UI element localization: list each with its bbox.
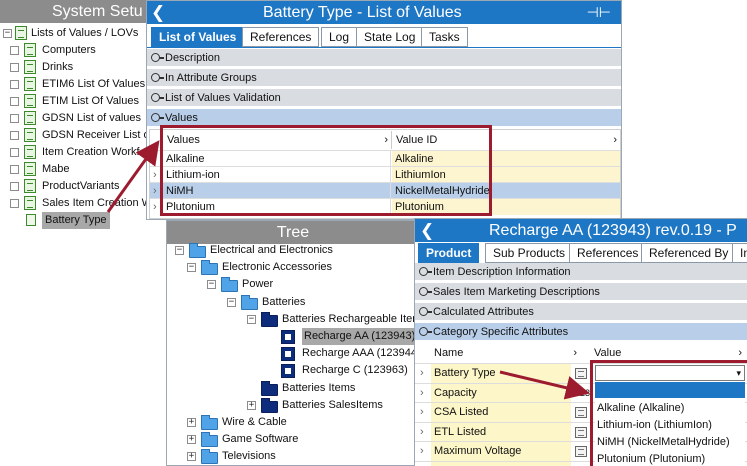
annotation-arrow (499, 370, 590, 400)
annotation-arrows (106, 140, 590, 400)
annotation-arrow (106, 140, 160, 213)
